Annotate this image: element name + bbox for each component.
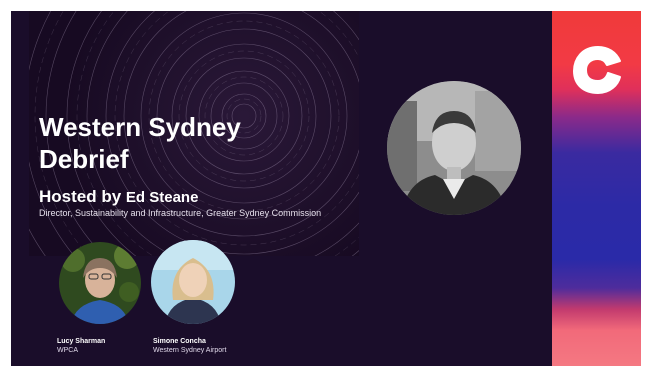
hosted-by-line: Hosted by Ed Steane [39,187,198,207]
title-line-2: Debrief [39,144,129,174]
panelist-name: Simone Concha [153,338,206,345]
panelist-name: Lucy Sharman [57,338,106,345]
slide-title: Western Sydney Debrief [39,111,241,175]
host-photo-icon [387,81,521,215]
host-name: Ed Steane [125,189,199,206]
brand-panel [552,11,641,366]
panelist-org: WPCA [57,347,78,354]
brand-logo-icon [573,46,621,94]
host-avatar [387,81,521,215]
host-role: Director, Sustainability and Infrastruct… [39,208,322,218]
slide: Western Sydney Debrief Hosted by Ed Stea… [11,11,641,366]
title-line-1: Western Sydney [39,112,241,142]
panelist-photo-icon [151,240,235,324]
panelist-avatar-simone [151,240,235,324]
panelist-avatar-lucy [59,242,141,324]
hosted-by-prefix: Hosted by [39,187,126,206]
panelist-org: Western Sydney Airport [153,347,227,354]
panelist-photo-icon [59,242,141,324]
